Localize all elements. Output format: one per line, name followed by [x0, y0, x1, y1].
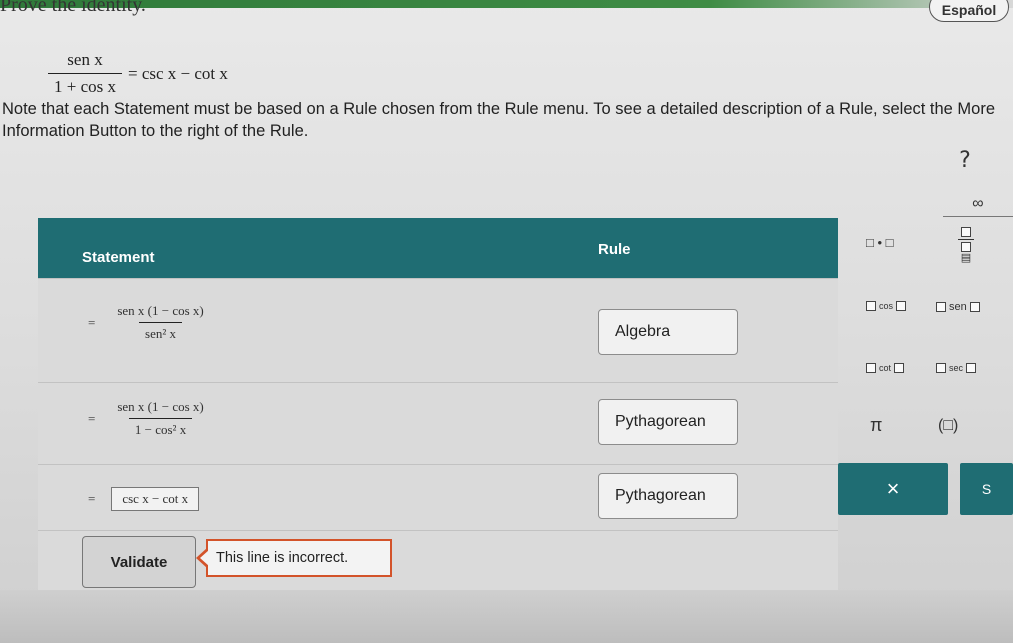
top-strip	[0, 0, 1013, 8]
table-row: = sen x (1 − cos x) 1 − cos² x Pythagore…	[38, 382, 838, 464]
undo-icon: S	[981, 481, 992, 497]
fraction-square-icon	[961, 227, 971, 237]
cot-button[interactable]: cot	[866, 363, 905, 373]
identity-rhs: = csc x − cot x	[128, 63, 228, 83]
language-button[interactable]: Español	[929, 0, 1009, 22]
fraction-button[interactable]: ▤	[958, 227, 974, 264]
statement-3: = csc x − cot x	[88, 487, 200, 511]
statement-2-fraction: sen x (1 − cos x) 1 − cos² x	[117, 399, 204, 437]
fraction-square-icon	[961, 242, 971, 252]
instructions-note: Note that each Statement must be based o…	[2, 100, 996, 140]
rule-select-2[interactable]: Pythagorean	[598, 399, 738, 445]
rule-column-header: Rule	[598, 241, 631, 258]
rule-select-3[interactable]: Pythagorean	[598, 473, 738, 519]
table-row: = sen x (1 − cos x) sen² x Algebra	[38, 278, 838, 364]
pi-button[interactable]: π	[870, 415, 882, 436]
feedback-message: This line is incorrect.	[196, 539, 392, 577]
palette-extra-button[interactable]: S	[960, 463, 1013, 515]
parentheses-button[interactable]: (□)	[938, 417, 958, 435]
validate-button[interactable]: Validate	[82, 536, 196, 588]
close-icon: ×	[886, 476, 900, 501]
rule-select-1[interactable]: Algebra	[598, 309, 738, 355]
statement-column-header: Statement	[82, 249, 155, 266]
fraction-cursor-icon: ▤	[960, 252, 972, 264]
identity-fraction: sen x 1 + cos x	[48, 50, 122, 97]
help-button[interactable]: ?	[945, 145, 985, 175]
bottom-shade	[0, 590, 1013, 643]
problem-heading: Prove the identity.	[0, 0, 146, 16]
math-palette: ∞ □ • □ ▤ cos sen cot sec π (□) × S	[838, 195, 1013, 535]
identity-denominator: 1 + cos x	[48, 73, 122, 97]
statement-1-fraction: sen x (1 − cos x) sen² x	[117, 303, 204, 341]
identity-numerator: sen x	[67, 50, 103, 69]
statement-rule-table: Statement Rule = sen x (1 − cos x) sen² …	[38, 218, 838, 598]
sec-button[interactable]: sec	[936, 363, 977, 373]
table-header: Statement Rule	[38, 218, 838, 278]
cos-button[interactable]: cos	[866, 301, 907, 311]
table-row: = csc x − cot x Pythagorean	[38, 464, 838, 530]
palette-tab-infinity[interactable]: ∞	[943, 195, 1013, 217]
statement-2[interactable]: = sen x (1 − cos x) 1 − cos² x	[88, 399, 216, 438]
identity-expression: sen x 1 + cos x = csc x − cot x	[48, 50, 228, 97]
statement-3-input[interactable]: csc x − cot x	[111, 487, 200, 511]
dot-product-button[interactable]: □ • □	[866, 235, 893, 250]
sen-button[interactable]: sen	[936, 301, 980, 313]
clear-button[interactable]: ×	[838, 463, 948, 515]
statement-1[interactable]: = sen x (1 − cos x) sen² x	[88, 303, 216, 342]
app-page: Prove the identity. Español sen x 1 + co…	[0, 0, 1013, 643]
